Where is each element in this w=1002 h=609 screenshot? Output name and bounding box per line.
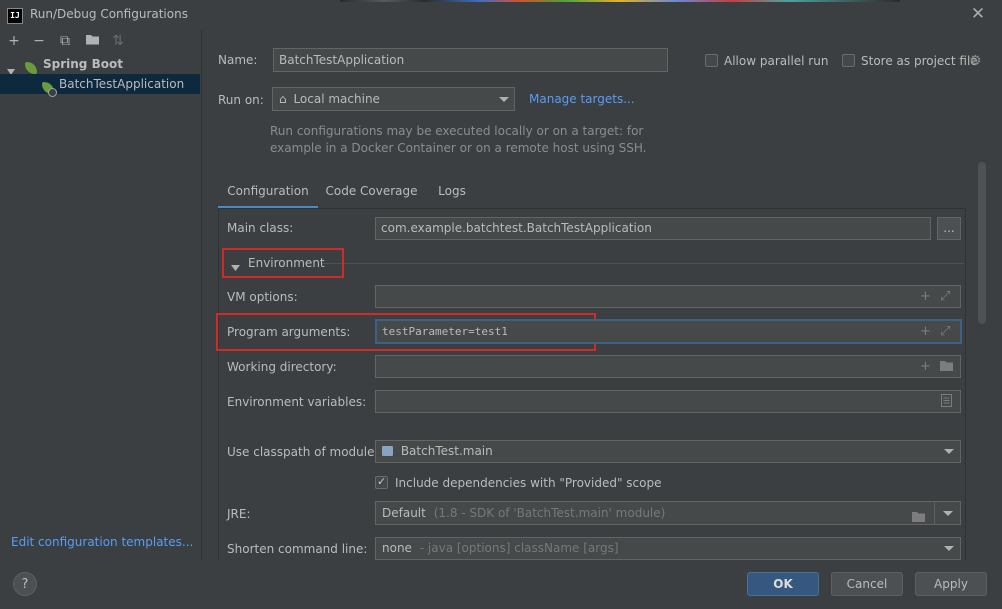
name-label: Name: xyxy=(218,53,258,67)
folder-icon[interactable] xyxy=(939,360,954,375)
classpath-module-label: Use classpath of module: xyxy=(227,445,379,459)
collapse-arrow-icon[interactable] xyxy=(231,260,240,274)
tree-group-label: Spring Boot xyxy=(43,57,123,71)
tab-configuration[interactable]: Configuration xyxy=(218,184,318,209)
tree-item-batchtestapplication[interactable]: BatchTestApplication xyxy=(0,74,200,97)
expand-icon[interactable]: ⤢ xyxy=(940,325,950,338)
shorten-value: none xyxy=(382,541,412,555)
environment-section-label[interactable]: Environment xyxy=(248,256,325,270)
allow-parallel-checkbox[interactable] xyxy=(705,54,718,67)
working-directory-field[interactable] xyxy=(375,355,961,378)
expand-icon[interactable]: ⤢ xyxy=(940,290,950,303)
store-project-file-checkbox[interactable] xyxy=(842,54,855,67)
ok-button[interactable]: OK xyxy=(747,572,819,596)
run-on-label: Run on: xyxy=(218,93,264,107)
home-icon: ⌂ xyxy=(279,92,287,106)
spring-boot-app-icon xyxy=(42,78,57,98)
environment-variables-label: Environment variables: xyxy=(227,395,367,409)
chevron-down-icon xyxy=(499,97,509,102)
window-title: Run/Debug Configurations xyxy=(30,7,188,21)
allow-parallel-label: Allow parallel run xyxy=(724,54,829,68)
jre-detail: (1.8 - SDK of 'BatchTest.main' module) xyxy=(433,506,666,520)
add-icon[interactable]: + xyxy=(6,33,22,49)
main-class-label: Main class: xyxy=(227,221,294,235)
folder-icon[interactable] xyxy=(84,33,100,49)
help-button[interactable]: ? xyxy=(13,572,37,596)
jre-value: Default xyxy=(382,506,426,520)
intellij-logo-icon: IJ xyxy=(7,8,23,24)
environment-variables-field[interactable] xyxy=(375,390,961,413)
module-icon xyxy=(382,446,393,456)
chevron-down-icon xyxy=(944,546,954,551)
gear-icon[interactable]: ⚙ xyxy=(969,53,982,69)
config-tree-panel xyxy=(0,30,202,560)
tab-logs[interactable]: Logs xyxy=(432,184,472,206)
cancel-button[interactable]: Cancel xyxy=(831,572,903,596)
jre-divider xyxy=(934,502,935,524)
plus-icon[interactable]: + xyxy=(920,290,931,303)
main-class-field[interactable]: com.example.batchtest.BatchTestApplicati… xyxy=(375,217,931,240)
run-on-help-line2: example in a Docker Container or on a re… xyxy=(270,141,647,155)
environment-divider xyxy=(321,263,964,264)
tree-item-label: BatchTestApplication xyxy=(59,77,185,91)
program-arguments-field[interactable]: testParameter=test1 xyxy=(375,319,962,344)
vm-options-field[interactable] xyxy=(375,285,961,308)
vm-options-label: VM options: xyxy=(227,290,298,304)
classpath-module-value: BatchTest.main xyxy=(400,444,493,458)
vertical-scrollbar[interactable] xyxy=(978,162,986,324)
classpath-module-dropdown[interactable]: BatchTest.main xyxy=(375,440,961,463)
edit-configuration-templates-link[interactable]: Edit configuration templates... xyxy=(11,535,193,549)
jre-label: JRE: xyxy=(227,507,251,521)
document-icon[interactable] xyxy=(941,394,952,410)
shorten-detail: - java [options] className [args] xyxy=(419,541,619,555)
copy-icon[interactable]: ⧉ xyxy=(57,33,73,49)
chevron-down-icon[interactable] xyxy=(943,511,953,516)
plus-icon[interactable]: + xyxy=(920,325,931,338)
run-on-dropdown[interactable]: ⌂ Local machine xyxy=(272,87,515,111)
close-icon[interactable]: ✕ xyxy=(970,4,986,24)
remove-icon[interactable]: − xyxy=(31,33,47,49)
working-directory-label: Working directory: xyxy=(227,360,337,374)
include-provided-deps-label: Include dependencies with "Provided" sco… xyxy=(395,476,662,490)
chevron-down-icon xyxy=(944,449,954,454)
background-window-strip xyxy=(340,0,900,2)
include-provided-deps-checkbox[interactable] xyxy=(375,475,388,489)
manage-targets-link[interactable]: Manage targets... xyxy=(529,92,635,106)
store-project-file-label: Store as project file xyxy=(861,54,978,68)
tab-code-coverage[interactable]: Code Coverage xyxy=(325,184,418,206)
sort-icon[interactable]: ⇅ xyxy=(110,33,126,49)
run-on-value: Local machine xyxy=(293,92,380,106)
tree-group-spring-boot[interactable]: Spring Boot xyxy=(0,54,200,75)
shorten-command-line-label: Shorten command line: xyxy=(227,542,368,556)
main-class-browse-button[interactable]: ... xyxy=(937,217,961,240)
shorten-command-line-dropdown[interactable]: none - java [options] className [args] xyxy=(375,537,961,560)
apply-button[interactable]: Apply xyxy=(915,572,987,596)
jre-dropdown[interactable]: Default (1.8 - SDK of 'BatchTest.main' m… xyxy=(375,501,961,525)
program-arguments-label: Program arguments: xyxy=(227,325,351,339)
plus-icon[interactable]: + xyxy=(920,360,931,373)
run-on-help-line1: Run configurations may be executed local… xyxy=(270,124,644,138)
name-field[interactable]: BatchTestApplication xyxy=(273,48,668,72)
folder-icon[interactable] xyxy=(911,508,926,530)
